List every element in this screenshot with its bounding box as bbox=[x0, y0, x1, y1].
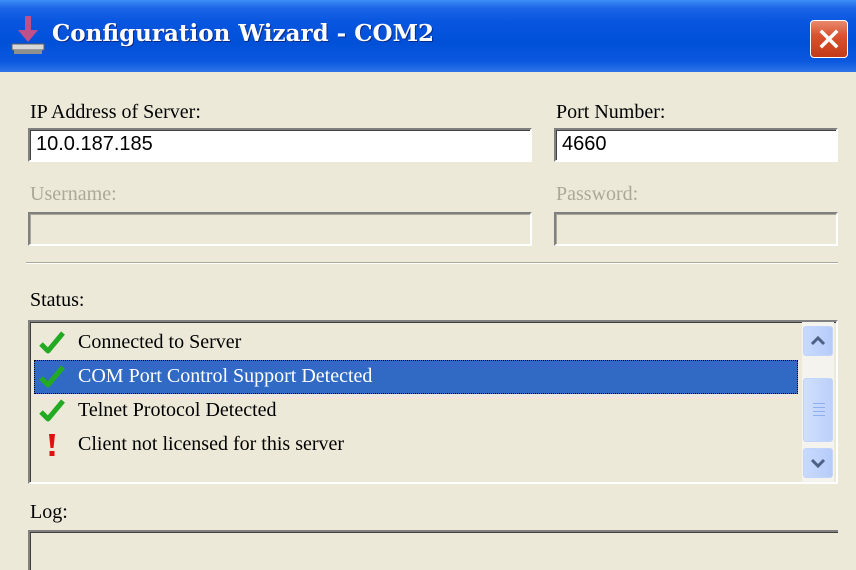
checkmark-icon bbox=[39, 331, 65, 354]
username-label: Username: bbox=[30, 183, 117, 205]
status-item-text: COM Port Control Support Detected bbox=[78, 365, 373, 387]
status-item[interactable]: Telnet Protocol Detected bbox=[34, 394, 798, 428]
status-item[interactable]: COM Port Control Support Detected bbox=[34, 360, 798, 394]
scroll-thumb[interactable] bbox=[803, 378, 833, 442]
password-label: Password: bbox=[556, 183, 639, 205]
port-number-field[interactable]: 4660 bbox=[554, 128, 838, 162]
username-field[interactable] bbox=[28, 212, 532, 246]
close-button[interactable] bbox=[810, 20, 848, 58]
status-item-text: Client not licensed for this server bbox=[78, 433, 345, 455]
status-item-text: Telnet Protocol Detected bbox=[78, 399, 277, 421]
log-label: Log: bbox=[30, 501, 68, 523]
chevron-down-icon bbox=[810, 458, 826, 469]
scroll-down-button[interactable] bbox=[803, 448, 833, 478]
log-box[interactable] bbox=[28, 530, 838, 570]
status-item[interactable]: Connected to Server bbox=[34, 326, 798, 360]
window-title: Configuration Wizard - COM2 bbox=[52, 20, 435, 47]
exclamation-icon bbox=[49, 434, 55, 456]
close-icon bbox=[819, 29, 839, 49]
chevron-up-icon bbox=[810, 335, 826, 346]
checkmark-icon bbox=[39, 365, 65, 388]
status-label: Status: bbox=[30, 289, 85, 311]
status-list[interactable]: Connected to Server COM Port Control Sup… bbox=[28, 320, 838, 484]
download-arrow-icon bbox=[11, 16, 45, 54]
separator bbox=[26, 262, 838, 264]
status-item[interactable]: Client not licensed for this server bbox=[34, 428, 798, 462]
port-number-label: Port Number: bbox=[556, 101, 666, 123]
ip-address-label: IP Address of Server: bbox=[30, 101, 201, 123]
ip-address-field[interactable]: 10.0.187.185 bbox=[28, 128, 532, 162]
title-bar[interactable]: Configuration Wizard - COM2 bbox=[0, 0, 856, 72]
status-item-text: Connected to Server bbox=[78, 331, 242, 353]
checkmark-icon bbox=[39, 399, 65, 422]
vertical-scrollbar[interactable] bbox=[802, 322, 834, 482]
password-field[interactable] bbox=[554, 212, 838, 246]
scroll-up-button[interactable] bbox=[803, 326, 833, 356]
